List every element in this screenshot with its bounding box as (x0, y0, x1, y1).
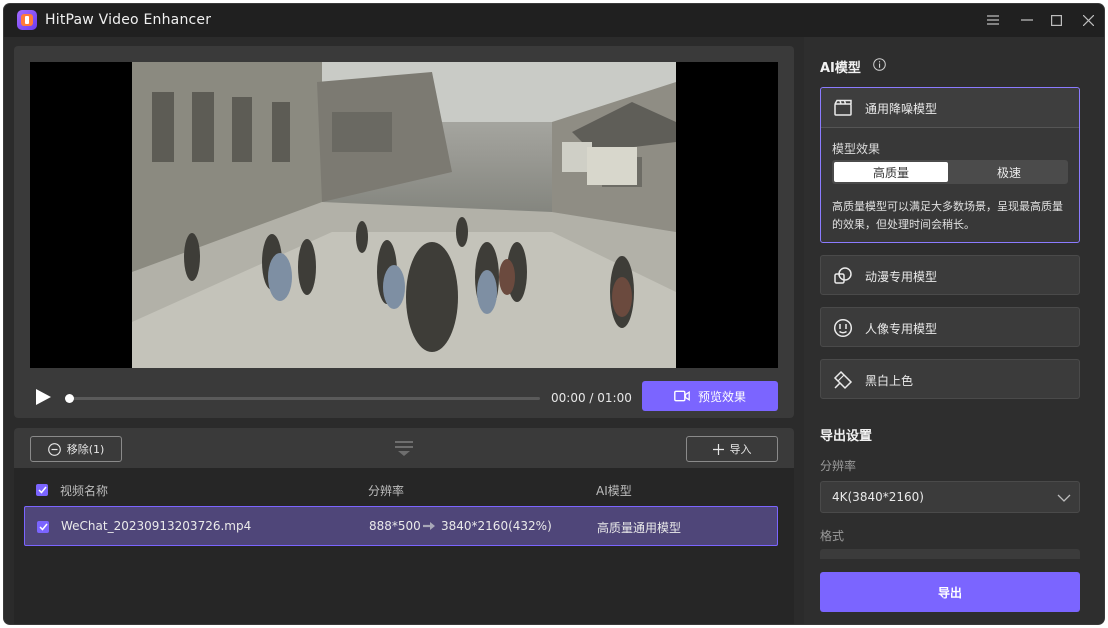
close-icon[interactable] (1079, 11, 1097, 29)
model-card-general-denoise[interactable]: 通用降噪模型 模型效果 高质量 极速 高质量模型可以满足大多数场景，呈现最高质量… (820, 87, 1080, 243)
model-card-anime[interactable]: 动漫专用模型 (820, 255, 1080, 295)
plus-icon (712, 443, 724, 455)
colorize-icon (833, 370, 853, 390)
select-all-checkbox[interactable] (36, 484, 48, 496)
resolution-label: 分辨率 (820, 459, 857, 473)
app-logo-icon (17, 10, 37, 30)
video-still-image (132, 62, 676, 368)
export-button[interactable]: 导出 (820, 572, 1080, 612)
clapperboard-icon (833, 98, 853, 118)
info-icon[interactable] (873, 58, 886, 71)
row-checkbox[interactable] (37, 521, 49, 533)
export-settings-title: 导出设置 (820, 429, 873, 444)
scroll-fade (820, 559, 1080, 573)
model-card-portrait[interactable]: 人像专用模型 (820, 307, 1080, 347)
face-model-icon (833, 318, 853, 338)
import-button[interactable]: 导入 (686, 436, 778, 462)
target-resolution: 3840*2160(432%) (441, 519, 552, 533)
progress-slider[interactable] (65, 394, 540, 403)
arrow-right-icon (423, 520, 435, 534)
play-icon (36, 389, 51, 405)
preview-effect-label: 预览效果 (697, 389, 746, 404)
check-icon (37, 486, 47, 494)
app-title: HitPaw Video Enhancer (45, 12, 212, 28)
check-icon (38, 523, 48, 531)
effect-option-high-quality[interactable]: 高质量 (834, 162, 948, 182)
minus-circle-icon (47, 442, 61, 456)
file-list-toolbar: 移除(1) 导入 (14, 428, 794, 468)
ai-model-title: AI模型 (820, 61, 861, 76)
table-row[interactable]: WeChat_20230913203726.mp4 888*500 3840*2… (24, 506, 778, 546)
effect-option-fast[interactable]: 极速 (952, 162, 1066, 182)
menu-icon[interactable] (984, 11, 1002, 29)
model-effect-toggle: 高质量 极速 (832, 160, 1068, 184)
row-ai-model: 高质量通用模型 (597, 521, 682, 535)
video-camera-icon (674, 390, 690, 402)
column-header-resolution[interactable]: 分辨率 (368, 482, 404, 499)
column-header-model[interactable]: AI模型 (596, 482, 632, 499)
remove-button-label: 移除(1) (66, 443, 105, 456)
chevron-down-icon (1057, 492, 1071, 502)
anime-model-icon (833, 266, 853, 286)
column-header-name[interactable]: 视频名称 (60, 482, 108, 499)
minimize-icon[interactable] (1018, 11, 1036, 29)
panel-resize-handle-icon[interactable] (394, 439, 414, 457)
video-frame (132, 62, 676, 368)
title-bar: HitPaw Video Enhancer (4, 4, 1104, 37)
source-resolution: 888*500 (369, 519, 421, 533)
maximize-icon[interactable] (1047, 11, 1065, 29)
app-window: HitPaw Video Enhancer 00:00 / 01:00 预览效果… (4, 4, 1104, 624)
model-card-colorize[interactable]: 黑白上色 (820, 359, 1080, 399)
video-player[interactable] (30, 62, 778, 368)
remove-button[interactable]: 移除(1) (30, 436, 122, 462)
resolution-select[interactable]: 4K(3840*2160) (820, 481, 1080, 513)
preview-panel: 00:00 / 01:00 预览效果 (14, 46, 794, 418)
format-label: 格式 (820, 529, 845, 543)
import-button-label: 导入 (729, 443, 752, 456)
time-readout: 00:00 / 01:00 (551, 391, 632, 405)
model-effect-label: 模型效果 (832, 142, 881, 156)
model-card-header[interactable]: 通用降噪模型 (821, 88, 1079, 128)
play-button[interactable] (34, 388, 52, 406)
model-card-label: 动漫专用模型 (865, 270, 938, 284)
resolution-value: 4K(3840*2160) (832, 490, 924, 504)
model-card-label: 人像专用模型 (865, 322, 938, 336)
settings-panel: AI模型 通用降噪模型 模型效果 高质量 极速 高质量模型可以满足大多数场景，呈… (804, 37, 1104, 624)
model-description: 高质量模型可以满足大多数场景，呈现最高质量的效果，但处理时间会稍长。 (832, 200, 1063, 231)
model-card-label: 黑白上色 (865, 374, 914, 388)
file-name: WeChat_20230913203726.mp4 (61, 519, 252, 533)
model-card-label: 通用降噪模型 (865, 102, 938, 116)
progress-handle[interactable] (65, 394, 74, 403)
preview-effect-button[interactable]: 预览效果 (642, 381, 778, 411)
file-list-panel: 移除(1) 导入 视频名称 分辨率 AI模型 WeChat_2023091320… (14, 428, 794, 624)
